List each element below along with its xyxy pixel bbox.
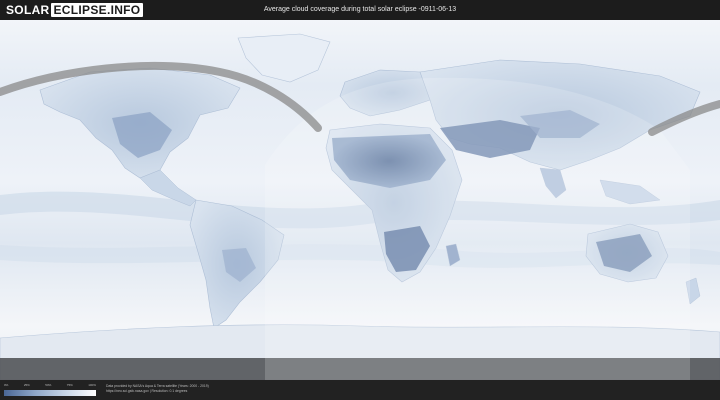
scale-ticks: 0% 25% 50% 75% 100% bbox=[4, 383, 96, 389]
credits-line-url: https://neo.sci.gsfc.nasa.gov | Resoluti… bbox=[106, 389, 188, 393]
scale-tick-label: 50% bbox=[45, 383, 52, 387]
world-map-svg bbox=[0, 20, 720, 380]
scale-tick-label: 0% bbox=[4, 383, 9, 387]
scale-tick-label: 25% bbox=[23, 383, 30, 387]
top-bar: SOLAR ECLIPSE.INFO Average cloud coverag… bbox=[0, 0, 720, 20]
cloud-coverage-map bbox=[0, 20, 720, 380]
page-title: Average cloud coverage during total sola… bbox=[263, 6, 457, 13]
site-logo[interactable]: SOLAR ECLIPSE.INFO bbox=[6, 2, 144, 18]
scale-gradient-bar bbox=[4, 390, 96, 396]
logo-text-solar: SOLAR bbox=[6, 3, 50, 17]
penumbra-region bbox=[265, 77, 690, 380]
logo-text-eclipse-info: ECLIPSE.INFO bbox=[50, 3, 144, 17]
data-credits: Data provided by NASA's Aqua & Terra sat… bbox=[106, 384, 209, 394]
scale-tick-label: 100% bbox=[88, 383, 96, 387]
footer-bar: 0% 25% 50% 75% 100% Data provided by NAS… bbox=[0, 380, 720, 400]
scale-tick-label: 75% bbox=[66, 383, 73, 387]
cloud-coverage-scale: 0% 25% 50% 75% 100% bbox=[4, 383, 96, 397]
